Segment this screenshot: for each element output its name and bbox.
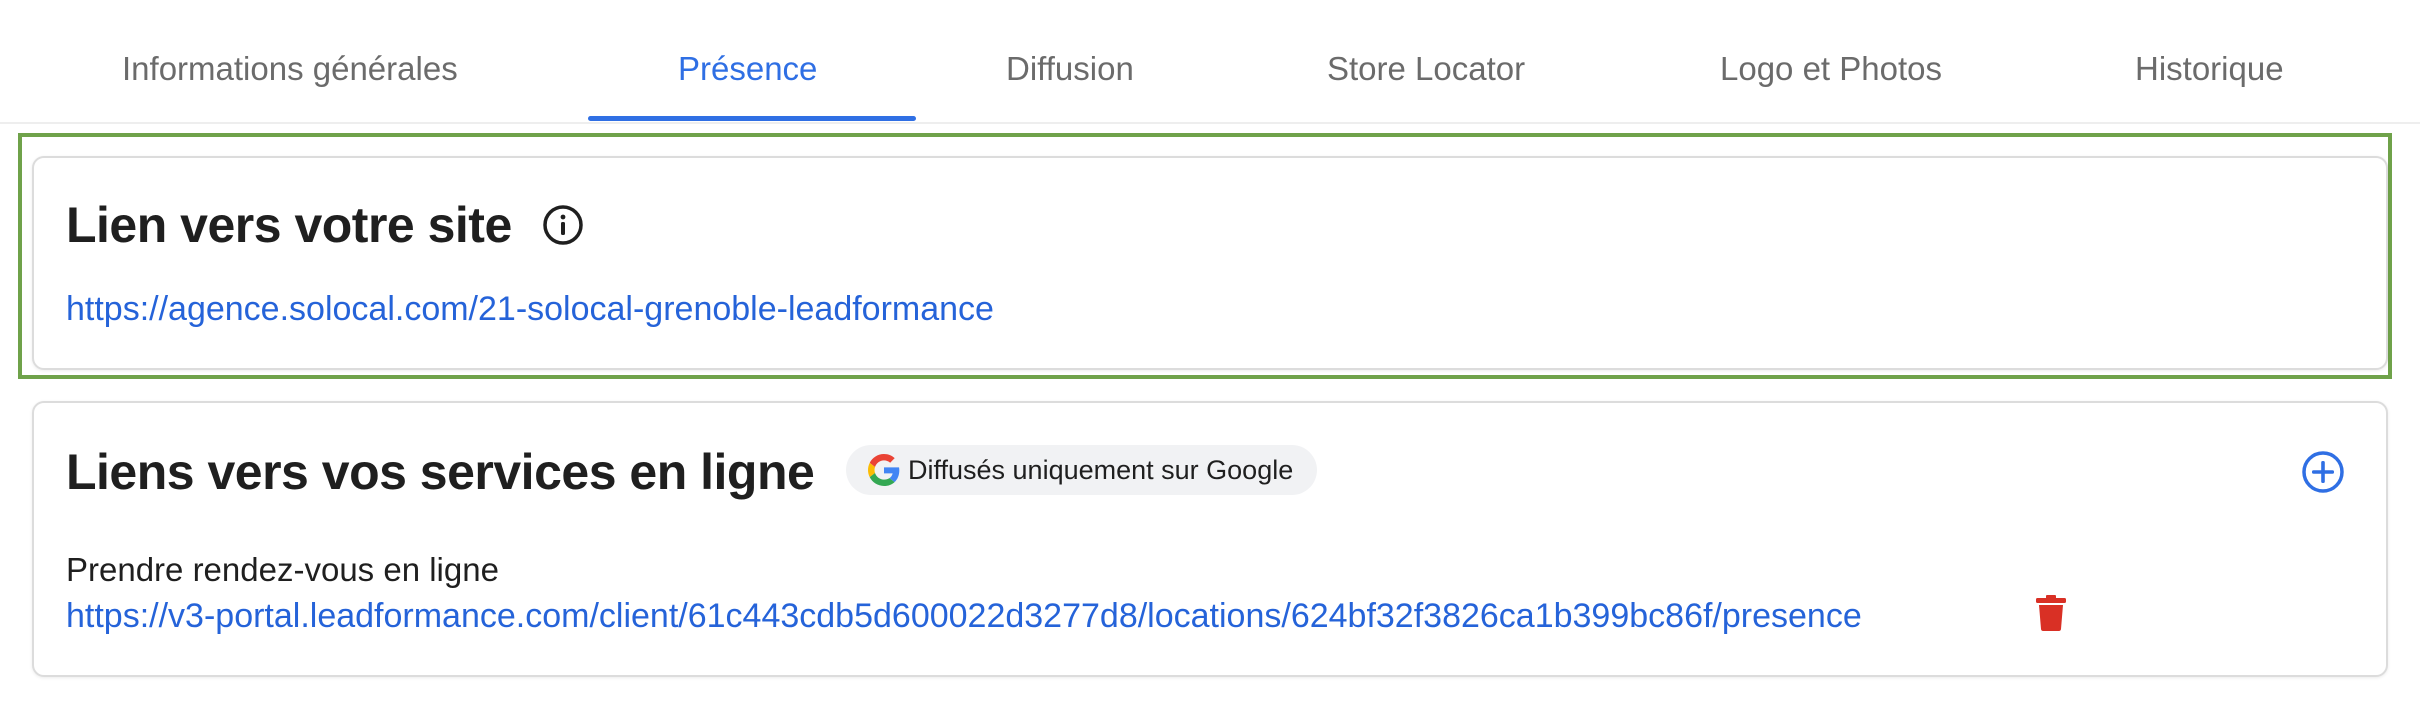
google-g-icon <box>868 454 900 486</box>
online-services-card: Liens vers vos services en ligne Diffusé… <box>32 401 2388 677</box>
tab-informations-generales[interactable]: Informations générales <box>122 50 458 88</box>
tab-logo-et-photos[interactable]: Logo et Photos <box>1720 50 1942 88</box>
website-card-title: Lien vers votre site <box>66 197 512 253</box>
tab-store-locator[interactable]: Store Locator <box>1327 50 1525 88</box>
services-card-title: Liens vers vos services en ligne <box>66 444 815 500</box>
tab-bar: Informations générales Présence Diffusio… <box>0 0 2420 124</box>
tab-historique[interactable]: Historique <box>2135 50 2284 88</box>
active-tab-indicator <box>588 116 916 121</box>
google-only-badge: Diffusés uniquement sur Google <box>846 445 1318 495</box>
trash-icon[interactable] <box>2036 595 2066 631</box>
website-link-card: Lien vers votre site https://agence.solo… <box>32 156 2388 370</box>
badge-label: Diffusés uniquement sur Google <box>908 454 1294 485</box>
service-label: Prendre rendez-vous en ligne <box>66 551 499 588</box>
add-circle-icon[interactable] <box>2300 449 2346 495</box>
service-url-link[interactable]: https://v3-portal.leadformance.com/clien… <box>66 597 1862 636</box>
tab-diffusion[interactable]: Diffusion <box>1006 50 1134 88</box>
tab-presence[interactable]: Présence <box>678 50 817 88</box>
website-url-link[interactable]: https://agence.solocal.com/21-solocal-gr… <box>66 290 994 329</box>
info-icon[interactable] <box>542 204 584 246</box>
